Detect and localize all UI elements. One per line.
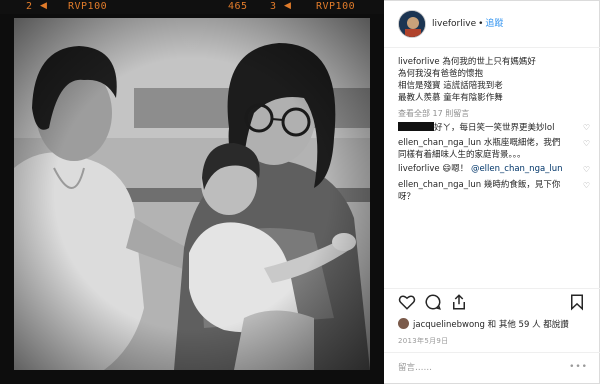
family-photo-illustration bbox=[14, 18, 370, 370]
film-strip-bar: 2 ◀ RVP100 465 3 ◀ RVP100 bbox=[0, 0, 384, 14]
view-all-comments-link[interactable]: 查看全部 17 則留言 bbox=[398, 108, 469, 119]
comment-username[interactable]: liveforlive bbox=[398, 164, 440, 174]
heart-icon[interactable] bbox=[398, 293, 416, 311]
comment-text: 嗯！ bbox=[451, 164, 469, 174]
comment-like-icon[interactable]: ♡ bbox=[583, 181, 590, 190]
caption-text: 為何我的世上只有媽媽好 bbox=[442, 57, 536, 67]
comment-like-icon[interactable]: ♡ bbox=[583, 139, 590, 148]
comment-compose-bar: ••• bbox=[384, 352, 600, 384]
comment-mention-link[interactable]: @ellen_chan_nga_lun bbox=[471, 164, 563, 174]
post-photo-area: 2 ◀ RVP100 465 3 ◀ RVP100 bbox=[0, 0, 384, 384]
film-label-left: RVP100 bbox=[68, 1, 108, 12]
avatar-image-icon bbox=[399, 11, 425, 37]
post-side-panel: liveforlive • 追蹤 liveforlive 為何我的世上只有媽媽好 為… bbox=[384, 0, 600, 384]
avatar[interactable] bbox=[398, 10, 426, 38]
likes-text[interactable]: 和 其他 59 人 都說讚 bbox=[488, 320, 569, 330]
film-arrow-icon: ◀ bbox=[284, 1, 291, 11]
comment-item: liveforlive 😄嗯！ @ellen_chan_nga_lun bbox=[398, 164, 568, 176]
post-caption: liveforlive 為何我的世上只有媽媽好 為何我沒有爸爸的懷抱 相信是殘寶… bbox=[398, 56, 588, 104]
caption-line: 相信是殘寶 這謊話陪我到老 bbox=[398, 81, 503, 91]
emoji-smile-icon: 😄 bbox=[442, 164, 452, 174]
bookmark-icon[interactable] bbox=[568, 293, 586, 311]
comment-item: ellen_chan_nga_lun 幾時約食飯，見下你呀？ bbox=[398, 180, 568, 203]
film-frame-number-right: 3 bbox=[270, 1, 277, 12]
follow-button[interactable]: 追蹤 bbox=[485, 19, 503, 29]
header-user-row: liveforlive • 追蹤 bbox=[432, 16, 503, 29]
likes-summary: jacquelinebwong 和 其他 59 人 都說讚 bbox=[398, 318, 594, 330]
comment-item: 好ㄚ，每日笑一笑世界更美妙lol bbox=[398, 122, 568, 135]
comment-like-icon[interactable]: ♡ bbox=[583, 165, 590, 174]
post-header: liveforlive • 追蹤 bbox=[384, 0, 600, 48]
comment-input[interactable] bbox=[398, 361, 558, 375]
liker-avatar[interactable] bbox=[398, 318, 409, 329]
comment-icon[interactable] bbox=[424, 293, 442, 311]
post-action-bar bbox=[384, 288, 600, 314]
caption-line: 為何我沒有爸爸的懷抱 bbox=[398, 69, 484, 79]
comment-item: ellen_chan_nga_lun 水瓶座嘅細佬，我們同樣有着細味人生的家庭背… bbox=[398, 138, 568, 161]
separator-dot: • bbox=[478, 19, 484, 29]
caption-line: liveforlive 為何我的世上只有媽媽好 bbox=[398, 56, 588, 68]
film-frame-number-left: 2 bbox=[26, 1, 33, 12]
share-icon[interactable] bbox=[450, 293, 468, 311]
more-options-icon[interactable]: ••• bbox=[569, 362, 588, 372]
caption-line: 最教人羨慕 童年有陰影作舞 bbox=[398, 93, 503, 103]
comments-section: liveforlive 為何我的世上只有媽媽好 為何我沒有爸爸的懷抱 相信是殘寶… bbox=[384, 50, 600, 280]
comment-username[interactable]: ellen_chan_nga_lun bbox=[398, 138, 481, 148]
comment-username[interactable]: ellen_chan_nga_lun bbox=[398, 180, 481, 190]
header-username[interactable]: liveforlive bbox=[432, 19, 476, 29]
liker-username[interactable]: jacquelinebwong bbox=[413, 320, 485, 330]
film-label-right: RVP100 bbox=[316, 1, 356, 12]
film-frame-count: 465 bbox=[228, 1, 248, 12]
redacted-username bbox=[398, 122, 434, 131]
film-arrow-icon: ◀ bbox=[40, 1, 47, 11]
post-date[interactable]: 2013年5月9日 bbox=[398, 336, 448, 346]
comment-like-icon[interactable]: ♡ bbox=[583, 123, 590, 132]
family-photo bbox=[14, 18, 370, 370]
caption-username[interactable]: liveforlive bbox=[398, 57, 440, 67]
comment-text: 好ㄚ，每日笑一笑世界更美妙lol bbox=[434, 123, 555, 133]
